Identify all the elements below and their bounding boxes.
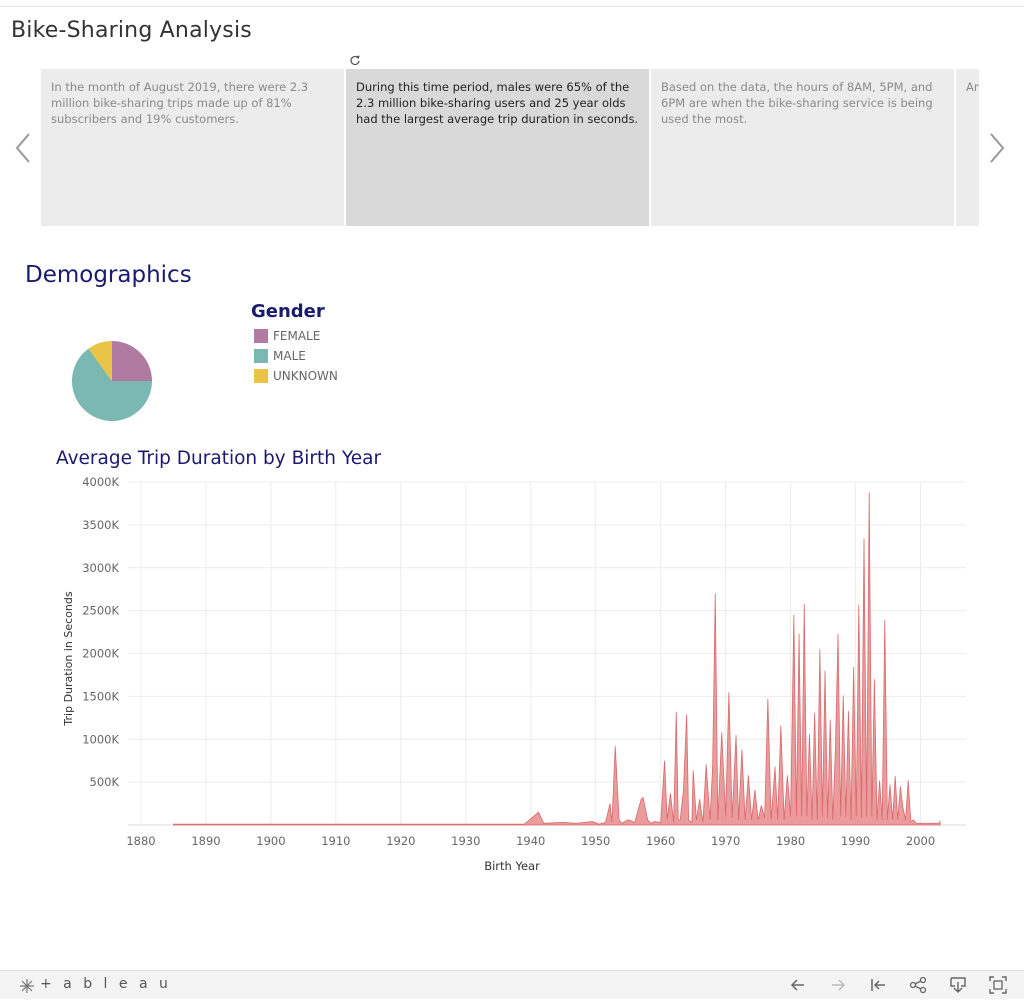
revert-icon [871,979,885,991]
undo-button[interactable] [788,975,808,995]
legend-label: MALE [273,349,306,363]
x-tick-label: 1990 [841,834,870,848]
share-button[interactable] [908,975,928,995]
x-axis-label: Birth Year [484,859,540,873]
x-tick-label: 1910 [321,834,350,848]
y-tick-label: 1500K [82,689,119,703]
legend-swatch [254,329,268,343]
demographics-title: Demographics [25,262,192,288]
legend-item-male[interactable]: MALE [254,349,306,365]
x-tick-label: 1900 [256,834,285,848]
x-tick-label: 1880 [126,834,155,848]
x-tick-label: 1920 [386,834,415,848]
x-tick-label: 1940 [516,834,545,848]
chevron-left-icon [15,133,30,163]
y-tick-label: 1000K [82,732,119,746]
legend-label: UNKNOWN [273,369,338,383]
download-button[interactable] [948,975,968,995]
legend-swatch [254,349,268,363]
undo-icon [790,979,804,991]
fullscreen-button[interactable] [988,975,1008,995]
story-point-text: During this time period, males were 65% … [356,80,639,126]
legend-swatch [254,369,268,383]
x-tick-label: 1960 [646,834,675,848]
tableau-brand: + a b l e a u [40,976,172,992]
next-point-button[interactable] [986,130,1008,166]
redo-button[interactable] [828,975,848,995]
trip-duration-area-chart[interactable]: 1880 1890 1900 1910 1920 1930 1940 1950 1960 1970… [0,470,1024,890]
fullscreen-icon [989,976,1007,994]
x-tick-label: 1980 [776,834,805,848]
chart-title: Average Trip Duration by Birth Year [56,448,382,469]
y-tick-label: 2000K [82,647,119,661]
story-point-text: An an ma [966,80,979,94]
pie-slice-female[interactable] [112,341,152,381]
y-axis-label: Trip Duration in Seconds [62,591,75,726]
story-point-3[interactable]: Based on the data, the hours of 8AM, 5PM… [651,69,954,226]
legend-title: Gender [251,301,325,322]
x-tick-label: 1930 [451,834,480,848]
revert-button[interactable] [868,975,888,995]
refresh-icon[interactable] [349,54,361,66]
download-icon [950,977,966,993]
x-tick-label: 1970 [711,834,740,848]
tableau-toolbar: + a b l e a u [0,970,1024,999]
chevron-right-icon [990,133,1005,163]
top-divider [0,6,1024,7]
story-point-1[interactable]: In the month of August 2019, there were … [41,69,344,226]
tableau-logo-icon [20,979,34,993]
x-tick-label: 1950 [581,834,610,848]
x-tick-label: 2000 [906,834,935,848]
story-point-text: Based on the data, the hours of 8AM, 5PM… [661,80,933,126]
y-tick-label: 2500K [82,604,119,618]
story-points-strip: In the month of August 2019, there were … [41,69,979,226]
legend-label: FEMALE [273,329,321,343]
gender-pie-chart[interactable] [70,339,154,423]
story-point-4[interactable]: An an ma [956,69,979,226]
x-tick-label: 1890 [191,834,220,848]
legend-item-unknown[interactable]: UNKNOWN [254,369,338,385]
previous-point-button[interactable] [12,130,34,166]
legend-item-female[interactable]: FEMALE [254,329,320,345]
story-point-2[interactable]: During this time period, males were 65% … [346,69,649,226]
y-tick-label: 3500K [82,518,119,532]
redo-icon [832,979,846,991]
story-point-text: In the month of August 2019, there were … [51,80,309,126]
story-title: Bike-Sharing Analysis [11,18,252,43]
y-tick-label: 500K [90,775,120,789]
y-tick-label: 4000K [82,475,119,489]
share-icon [909,976,927,994]
y-tick-label: 3000K [82,561,119,575]
